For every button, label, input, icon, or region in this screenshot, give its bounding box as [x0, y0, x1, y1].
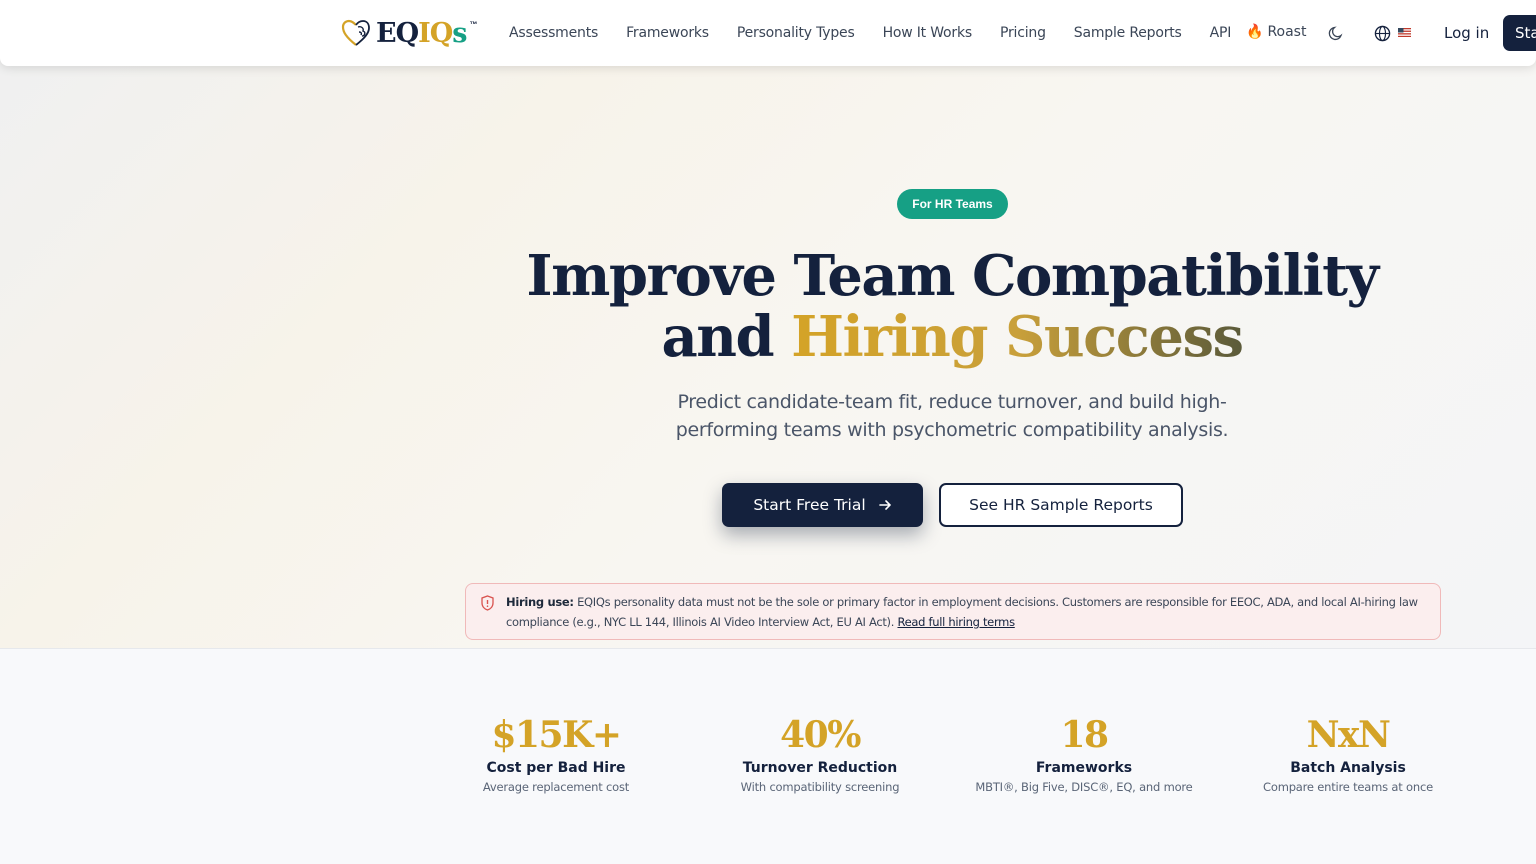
hero-headline: Improve Team Compatibility and Hiring Su…: [500, 246, 1404, 368]
stat-description: Average replacement cost: [482, 780, 630, 794]
logo[interactable]: EQIQs ™: [340, 14, 477, 52]
roast-label: Roast: [1267, 24, 1307, 40]
moon-icon[interactable]: [1328, 25, 1344, 41]
stat-description: MBTI®, Big Five, DISC®, EQ, and more: [975, 780, 1193, 794]
notice-label: Hiring use:: [506, 595, 574, 609]
stat-turnover: 40% Turnover Reduction With compatibilit…: [688, 712, 952, 794]
nav-link-how-it-works[interactable]: How It Works: [883, 25, 973, 41]
headline-highlight: Hiring Success: [791, 304, 1244, 370]
nav-link-sample-reports[interactable]: Sample Reports: [1074, 25, 1182, 41]
logo-text: EQIQs ™: [376, 17, 477, 49]
fire-icon: 🔥: [1246, 24, 1264, 40]
stat-value: NxN: [1306, 714, 1391, 756]
stat-label: Batch Analysis: [1290, 760, 1406, 776]
stat-value: $15K+: [491, 714, 622, 756]
us-flag-icon[interactable]: [1398, 28, 1411, 37]
stat-label: Turnover Reduction: [742, 760, 898, 776]
start-free-trial-label: Start Free Trial: [753, 496, 866, 514]
hr-teams-badge: For HR Teams: [897, 189, 1008, 219]
shield-alert-icon: [481, 595, 494, 611]
hiring-use-notice: Hiring use: EQIQs personality data must …: [465, 583, 1441, 640]
headline-line-1: Improve Team Compatibility: [526, 243, 1379, 309]
stat-value: 40%: [780, 714, 861, 756]
hero-subheadline: Predict candidate-team fit, reduce turno…: [675, 391, 1229, 441]
stat-value: 18: [1060, 714, 1109, 756]
stat-batch-analysis: NxN Batch Analysis Compare entire teams …: [1216, 712, 1480, 794]
nav-link-assessments[interactable]: Assessments: [509, 25, 598, 41]
nav-start-button[interactable]: Sta: [1503, 15, 1536, 51]
stat-frameworks: 18 Frameworks MBTI®, Big Five, DISC®, EQ…: [952, 712, 1216, 794]
headline-and: and: [661, 304, 774, 370]
brain-heart-logo-icon: [341, 19, 370, 46]
nav-link-roast[interactable]: 🔥 Roast: [1246, 24, 1306, 40]
login-link[interactable]: Log in: [1444, 24, 1489, 42]
stat-description: Compare entire teams at once: [1263, 780, 1433, 794]
nav-link-frameworks[interactable]: Frameworks: [626, 25, 709, 41]
top-navigation: EQIQs ™ Assessments Frameworks Personalit…: [0, 0, 1536, 66]
see-hr-sample-reports-button[interactable]: See HR Sample Reports: [939, 483, 1183, 527]
nav-link-api[interactable]: API: [1210, 25, 1232, 41]
globe-icon[interactable]: [1374, 25, 1391, 42]
stat-label: Cost per Bad Hire: [486, 760, 626, 776]
start-free-trial-button[interactable]: Start Free Trial: [722, 483, 923, 527]
hiring-terms-link[interactable]: Read full hiring terms: [897, 615, 1015, 629]
stat-bad-hire: $15K+ Cost per Bad Hire Average replacem…: [424, 712, 688, 794]
nav-links: Assessments Frameworks Personality Types…: [509, 0, 1259, 66]
nav-link-pricing[interactable]: Pricing: [1000, 25, 1046, 41]
arrow-right-icon: [878, 500, 891, 510]
notice-text: Hiring use: EQIQs personality data must …: [506, 592, 1431, 632]
nav-link-personality-types[interactable]: Personality Types: [737, 25, 855, 41]
stat-description: With compatibility screening: [740, 780, 900, 794]
stat-label: Frameworks: [1035, 760, 1133, 776]
